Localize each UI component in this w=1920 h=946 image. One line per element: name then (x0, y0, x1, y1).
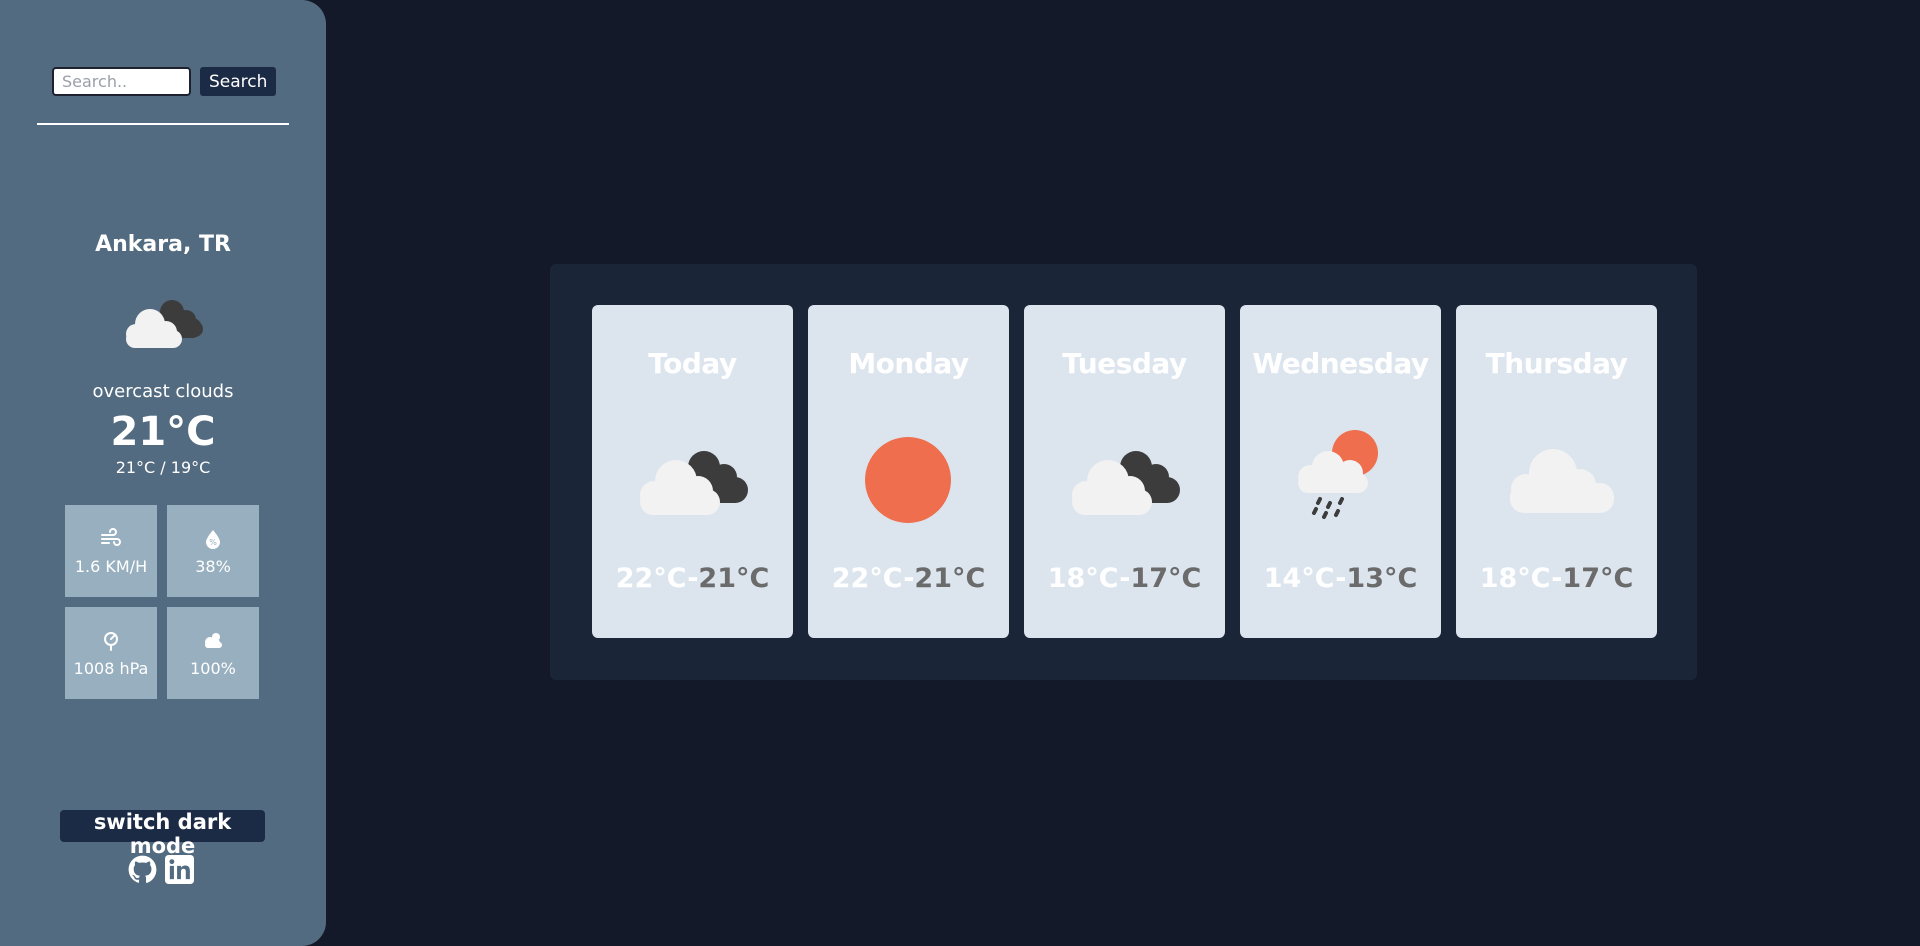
forecast-panel: Today 22°C-21°C Monday 22°C-21°C Tuesday… (550, 264, 1697, 680)
forecast-card-tuesday: Tuesday 18°C-17°C (1024, 305, 1225, 638)
search-input[interactable] (52, 67, 191, 96)
forecast-high: 18°C (1479, 563, 1552, 594)
forecast-high: 14°C (1263, 563, 1336, 594)
overcast-clouds-icon (126, 300, 203, 348)
social-links (128, 855, 194, 884)
forecast-temperature: 14°C-13°C (1263, 563, 1418, 594)
forecast-low: 17°C (1562, 563, 1634, 594)
overcast-clouds-icon (640, 451, 748, 515)
forecast-day-name: Monday (848, 347, 969, 380)
weather-description: overcast clouds (92, 381, 234, 402)
forecast-temperature: 18°C-17°C (1479, 563, 1634, 594)
forecast-low: 13°C (1346, 563, 1418, 594)
rain-sun-icon (1298, 430, 1378, 519)
wind-icon (101, 527, 121, 546)
forecast-day-name: Thursday (1485, 347, 1628, 380)
search-bar: Search (52, 67, 277, 96)
sidebar: Search Ankara, TR overcast clouds 21°C 2… (0, 0, 326, 946)
forecast-temperature: 22°C-21°C (615, 563, 770, 594)
overcast-clouds-icon (1072, 451, 1180, 515)
dark-mode-toggle-button[interactable]: switch dark mode (60, 810, 265, 858)
search-button[interactable]: Search (200, 67, 277, 96)
sun-icon (865, 437, 951, 523)
forecast-low: 21°C (698, 563, 770, 594)
forecast-card-wednesday: Wednesday 14°C-13°C (1240, 305, 1441, 638)
forecast-row: Today 22°C-21°C Monday 22°C-21°C Tuesday… (592, 305, 1657, 638)
linkedin-icon[interactable] (165, 855, 194, 884)
humidity-value: 38% (195, 556, 231, 576)
forecast-card-monday: Monday 22°C-21°C (808, 305, 1009, 638)
forecast-low: 21°C (914, 563, 986, 594)
forecast-temperature: 18°C-17°C (1047, 563, 1202, 594)
wind-value: 1.6 KM/H (74, 556, 148, 576)
forecast-card-thursday: Thursday 18°C-17°C (1456, 305, 1657, 638)
github-icon[interactable] (128, 855, 157, 884)
svg-text:%: % (209, 538, 217, 547)
pressure-icon (104, 631, 118, 651)
humidity-icon: % (206, 529, 220, 549)
current-temperature: 21°C (110, 409, 216, 455)
forecast-high: 22°C (831, 563, 904, 594)
cloudiness-value: 100% (190, 658, 236, 678)
cloud-sun-icon (205, 632, 222, 648)
stats-grid: 1.6 KM/H % 38% 1008 hPa 100% (65, 505, 259, 699)
city-name: Ankara, TR (95, 232, 231, 257)
forecast-high: 22°C (615, 563, 688, 594)
forecast-day-name: Tuesday (1062, 347, 1187, 380)
temperature-range: 21°C / 19°C (115, 458, 211, 477)
pressure-value: 1008 hPa (73, 658, 149, 678)
cloud-icon (1510, 449, 1614, 513)
cloudiness-stat: 100% (167, 607, 259, 699)
forecast-card-today: Today 22°C-21°C (592, 305, 793, 638)
divider (37, 123, 289, 125)
forecast-temperature: 22°C-21°C (831, 563, 986, 594)
wind-stat: 1.6 KM/H (65, 505, 157, 597)
forecast-day-name: Wednesday (1252, 347, 1429, 380)
forecast-low: 17°C (1130, 563, 1202, 594)
forecast-day-name: Today (648, 347, 737, 380)
humidity-stat: % 38% (167, 505, 259, 597)
forecast-high: 18°C (1047, 563, 1120, 594)
pressure-stat: 1008 hPa (65, 607, 157, 699)
